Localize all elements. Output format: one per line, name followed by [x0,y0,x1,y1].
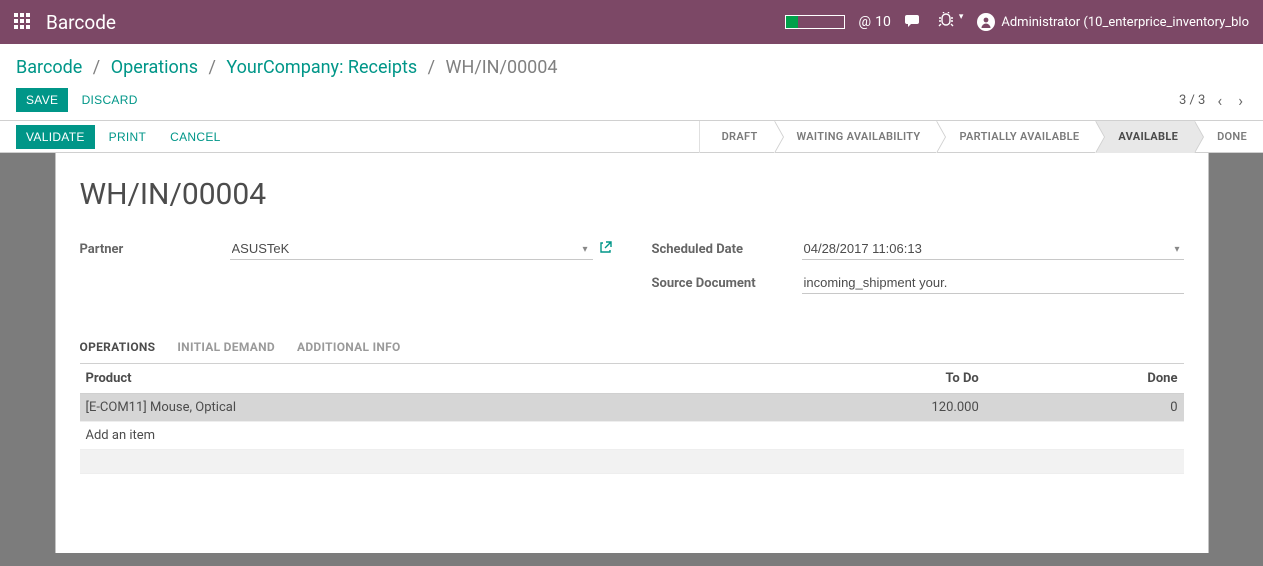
statusbar: Validate Print Cancel Draft Waiting Avai… [0,121,1263,153]
scheduled-date-input[interactable] [802,238,1184,260]
partner-input[interactable] [230,238,593,260]
scheduled-date-label: Scheduled Date [652,238,802,257]
status-step-draft[interactable]: Draft [699,121,774,153]
col-done: Done [985,364,1184,394]
table-footer [80,450,1184,474]
pager-text: 3 / 3 [1179,93,1205,108]
breadcrumb-item[interactable]: YourCompany: Receipts [226,57,417,78]
tab-additional-info[interactable]: Additional Info [297,332,401,364]
chat-icon[interactable] [905,13,923,32]
status-step-available[interactable]: Available [1095,121,1194,153]
col-todo: To Do [786,364,985,394]
status-step-partial[interactable]: Partially Available [936,121,1095,153]
debug-icon[interactable]: ▾ [937,12,964,32]
source-document-input[interactable] [802,272,1184,294]
partner-label: Partner [80,238,230,257]
pager-prev-icon[interactable]: ‹ [1213,91,1226,110]
breadcrumb-current: WH/IN/00004 [446,57,558,78]
cell-product: [E-COM11] Mouse, Optical [80,394,787,422]
form-sheet: WH/IN/00004 Partner ▾ Scheduled Date [55,153,1209,553]
chevron-down-icon[interactable]: ▾ [582,244,587,255]
cancel-button[interactable]: Cancel [160,125,230,149]
cell-todo: 120.000 [786,394,985,422]
external-link-icon[interactable] [599,241,612,258]
validate-button[interactable]: Validate [16,125,95,149]
col-product: Product [80,364,787,394]
pager-next-icon[interactable]: › [1234,91,1247,110]
app-brand[interactable]: Barcode [46,11,116,34]
avatar-icon [977,13,995,31]
tabs: Operations Initial Demand Additional Inf… [80,332,1184,364]
trial-progress[interactable] [785,15,845,29]
save-button[interactable]: Save [16,88,68,112]
status-step-done[interactable]: Done [1194,121,1263,153]
user-name: Administrator (10_enterprice_inventory_b… [1001,15,1249,30]
chevron-down-icon[interactable]: ▾ [1174,244,1179,255]
add-item-link[interactable]: Add an item [80,422,1184,450]
control-panel: Barcode / Operations / YourCompany: Rece… [0,44,1263,121]
pager: 3 / 3 ‹ › [1179,91,1247,110]
breadcrumb-item[interactable]: Operations [111,57,198,78]
source-document-label: Source Document [652,272,802,291]
operations-table: Product To Do Done [E-COM11] Mouse, Opti… [80,364,1184,474]
navbar: Barcode @10 ▾ Administrator (10_enterpri… [0,0,1263,44]
breadcrumb: Barcode / Operations / YourCompany: Rece… [16,57,558,78]
cell-done: 0 [985,394,1184,422]
page-title: WH/IN/00004 [80,177,1184,212]
messaging-counter[interactable]: @10 [859,14,891,30]
breadcrumb-item[interactable]: Barcode [16,57,82,78]
discard-button[interactable]: Discard [72,88,148,112]
tab-operations[interactable]: Operations [80,332,156,364]
status-steps: Draft Waiting Availability Partially Ava… [699,121,1263,153]
table-row[interactable]: [E-COM11] Mouse, Optical 120.000 0 [80,394,1184,422]
apps-icon[interactable] [14,13,32,31]
status-step-waiting[interactable]: Waiting Availability [774,121,937,153]
user-menu[interactable]: Administrator (10_enterprice_inventory_b… [977,13,1249,31]
print-button[interactable]: Print [99,125,157,149]
tab-initial-demand[interactable]: Initial Demand [177,332,275,364]
